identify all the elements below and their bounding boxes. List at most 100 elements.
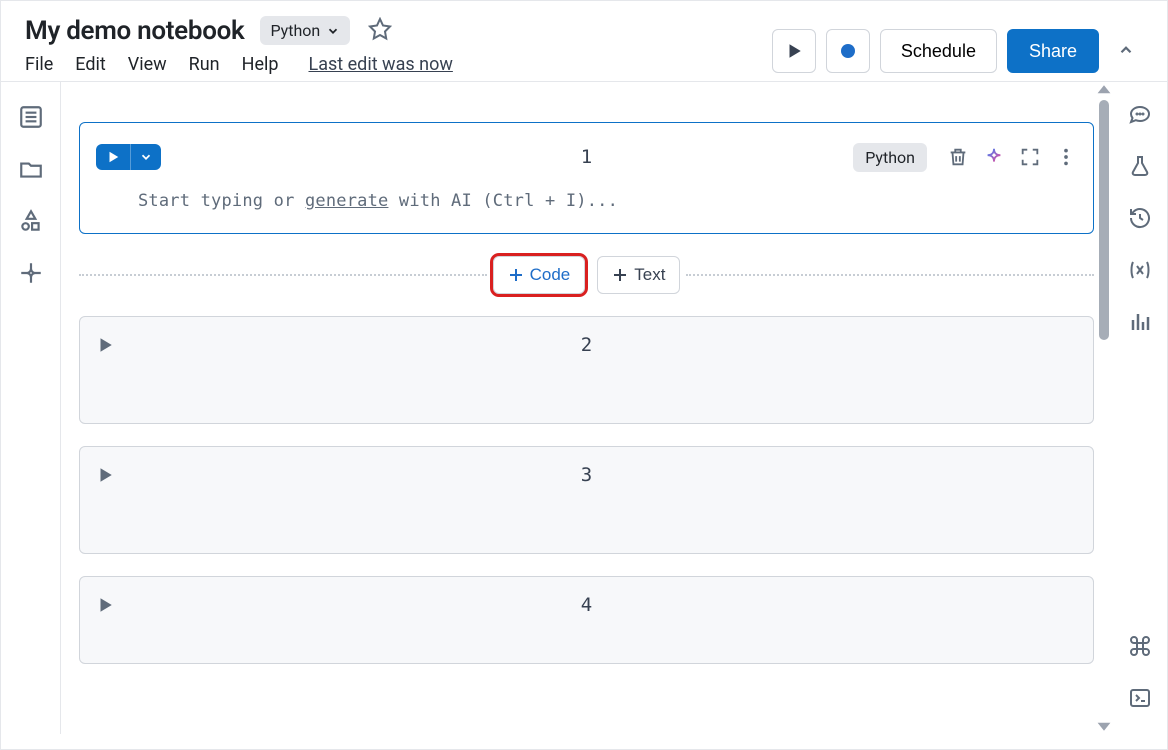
cell-1[interactable]: 1 Python Start typing or generate with <box>79 122 1094 234</box>
menu-run[interactable]: Run <box>189 54 220 75</box>
sparkle-icon <box>18 260 44 286</box>
cell-header: 4 <box>80 577 1093 633</box>
experiments-panel-button[interactable] <box>1128 154 1152 182</box>
kernel-status-icon <box>841 44 855 58</box>
cell-header: 1 Python <box>80 123 1093 179</box>
ai-tab[interactable] <box>18 260 44 290</box>
cell-menu-button[interactable] <box>1055 146 1077 168</box>
left-rail <box>1 82 61 734</box>
outline-tab[interactable] <box>18 104 44 134</box>
run-cell-button[interactable] <box>96 466 114 484</box>
run-cell-button[interactable] <box>96 144 130 170</box>
chat-icon <box>1128 102 1152 126</box>
divider <box>686 274 1094 276</box>
menu-bar: File Edit View Run Help Last edit was no… <box>25 54 453 75</box>
star-button[interactable] <box>366 15 394 46</box>
header: My demo notebook Python File Edit View R… <box>1 1 1167 82</box>
kebab-icon <box>1055 146 1077 168</box>
cell-actions: Python <box>853 143 1077 172</box>
menu-edit[interactable]: Edit <box>75 54 105 75</box>
language-selector[interactable]: Python <box>260 16 350 45</box>
shapes-tab[interactable] <box>18 208 44 238</box>
insert-text-label: Text <box>634 265 665 285</box>
cell-editor[interactable] <box>80 503 1093 553</box>
menu-help[interactable]: Help <box>242 54 279 75</box>
shortcuts-button[interactable] <box>1128 634 1152 662</box>
run-cell-button[interactable] <box>96 596 114 614</box>
share-button[interactable]: Share <box>1007 29 1099 73</box>
cell-number: 1 <box>581 146 592 168</box>
main: 1 Python Start typing or generate with <box>1 82 1167 734</box>
last-edit-link[interactable]: Last edit was now <box>309 54 453 75</box>
cell-4[interactable]: 4 <box>79 576 1094 664</box>
notebook-content[interactable]: 1 Python Start typing or generate with <box>61 82 1112 734</box>
cell-header: 2 <box>80 317 1093 373</box>
star-icon <box>368 17 392 41</box>
placeholder-post: with AI (Ctrl + I)... <box>388 191 618 211</box>
triangle-up-icon <box>1096 82 1112 98</box>
flask-icon <box>1128 154 1152 178</box>
ai-action-button[interactable] <box>983 146 1005 168</box>
variables-panel-button[interactable] <box>1128 258 1152 286</box>
plus-icon <box>508 267 524 283</box>
scroll-down-button[interactable] <box>1096 718 1112 734</box>
cell-editor[interactable]: Start typing or generate with AI (Ctrl +… <box>80 179 1093 233</box>
terminal-button[interactable] <box>1128 686 1152 714</box>
title-row: My demo notebook Python <box>25 15 453 46</box>
collapse-header-button[interactable] <box>1109 33 1143 70</box>
scrollbar[interactable] <box>1096 82 1112 734</box>
bars-icon <box>1128 310 1152 334</box>
insert-row: Code Text <box>79 256 1094 294</box>
scroll-up-button[interactable] <box>1096 82 1112 98</box>
visualizations-panel-button[interactable] <box>1128 310 1152 338</box>
cell-2[interactable]: 2 <box>79 316 1094 424</box>
play-icon <box>96 466 114 484</box>
triangle-down-icon <box>1096 718 1112 734</box>
schedule-button[interactable]: Schedule <box>880 29 997 73</box>
play-icon <box>96 336 114 354</box>
header-left: My demo notebook Python File Edit View R… <box>25 15 453 75</box>
divider <box>79 274 487 276</box>
placeholder-generate-link[interactable]: generate <box>305 191 388 211</box>
fullscreen-button[interactable] <box>1019 146 1041 168</box>
placeholder-pre: Start typing or <box>138 191 305 211</box>
play-icon <box>106 150 120 164</box>
delete-cell-button[interactable] <box>947 146 969 168</box>
language-label: Python <box>270 21 320 40</box>
variable-icon <box>1128 258 1152 282</box>
trash-icon <box>947 146 969 168</box>
cell-editor[interactable] <box>80 373 1093 423</box>
chevron-up-icon <box>1117 41 1135 59</box>
run-all-button[interactable] <box>772 29 816 73</box>
sparkle-icon <box>983 146 1005 168</box>
run-cell-button-group <box>96 144 161 170</box>
cell-editor[interactable] <box>80 633 1093 663</box>
history-panel-button[interactable] <box>1128 206 1152 234</box>
right-rail <box>1112 82 1167 734</box>
right-rail-bottom <box>1128 634 1152 714</box>
insert-text-button[interactable]: Text <box>597 256 680 294</box>
right-rail-top <box>1128 102 1152 338</box>
cell-header: 3 <box>80 447 1093 503</box>
insert-code-button[interactable]: Code <box>493 256 586 294</box>
command-icon <box>1128 634 1152 658</box>
cell-number: 3 <box>581 464 592 486</box>
play-icon <box>785 42 803 60</box>
comments-panel-button[interactable] <box>1128 102 1152 130</box>
menu-view[interactable]: View <box>128 54 167 75</box>
header-right: Schedule Share <box>772 15 1143 73</box>
shapes-icon <box>18 208 44 234</box>
run-cell-menu-button[interactable] <box>130 144 161 170</box>
cell-language-chip[interactable]: Python <box>853 143 927 172</box>
cell-3[interactable]: 3 <box>79 446 1094 554</box>
insert-code-label: Code <box>530 265 571 285</box>
kernel-status-button[interactable] <box>826 29 870 73</box>
list-icon <box>18 104 44 130</box>
play-icon <box>96 596 114 614</box>
terminal-icon <box>1128 686 1152 710</box>
menu-file[interactable]: File <box>25 54 53 75</box>
run-cell-button[interactable] <box>96 336 114 354</box>
scrollbar-thumb[interactable] <box>1099 100 1109 340</box>
notebook-title[interactable]: My demo notebook <box>25 16 244 46</box>
files-tab[interactable] <box>18 156 44 186</box>
